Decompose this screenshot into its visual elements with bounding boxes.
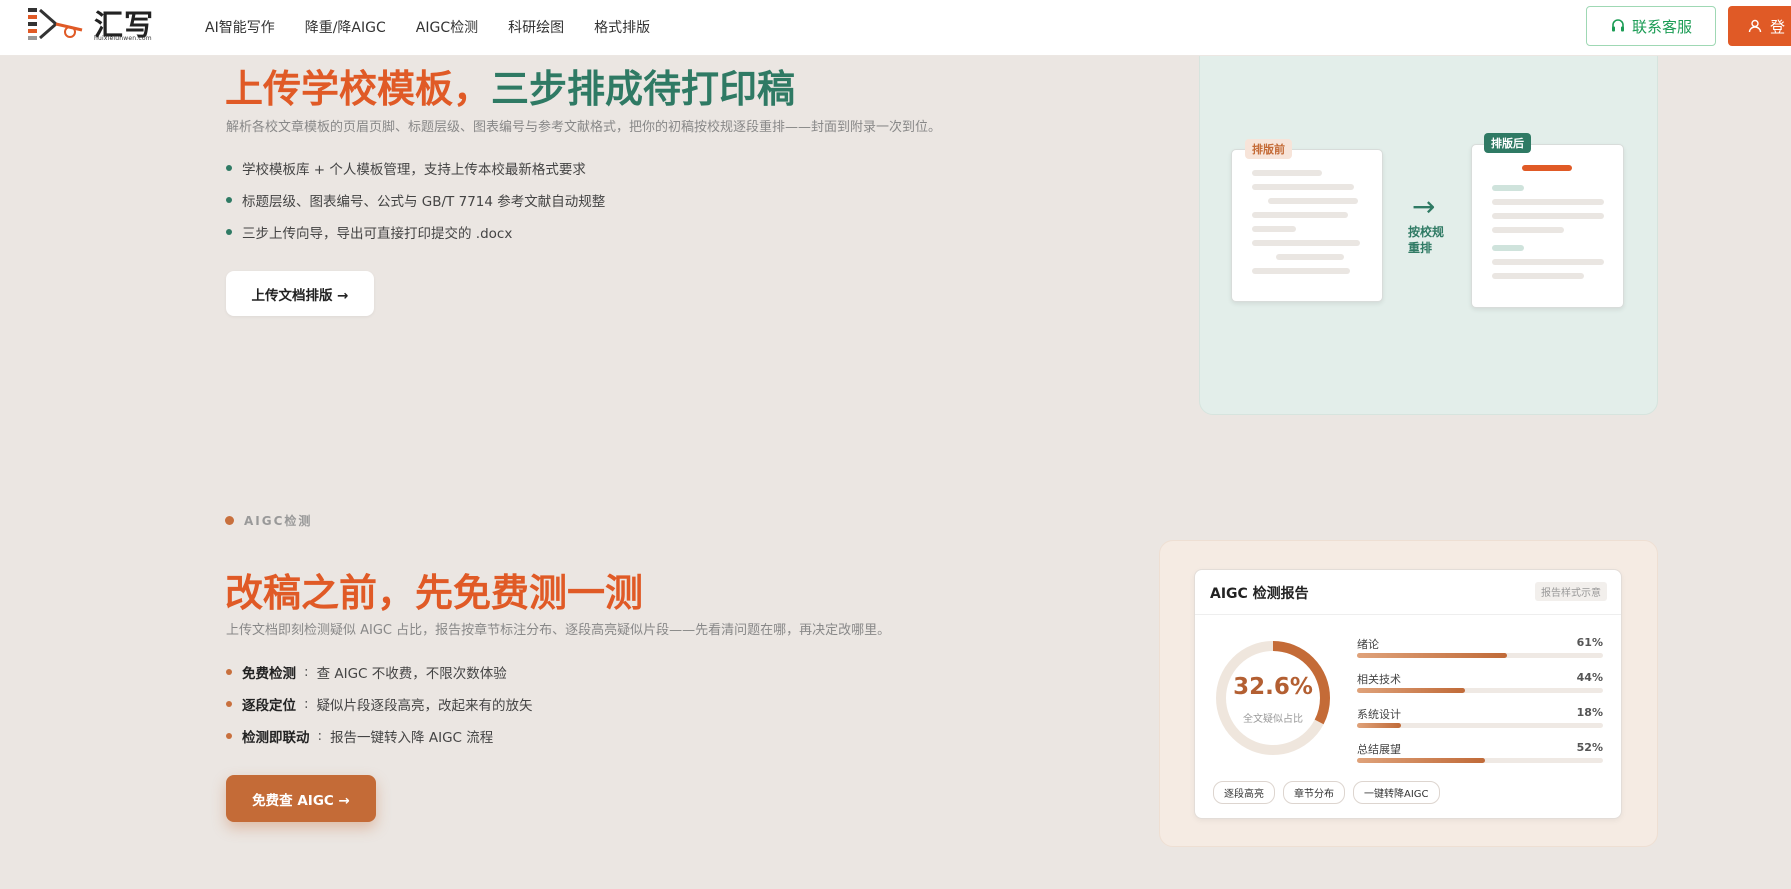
main-nav: AI智能写作 降重/降AIGC AIGC检测 科研绘图 格式排版 [205, 17, 650, 37]
after-document [1471, 144, 1624, 308]
eyebrow-dot [225, 516, 234, 525]
report-header: AIGC 检测报告 报告样式示意 [1195, 570, 1621, 615]
aigc-eyebrow-label: AIGC检测 [244, 514, 313, 528]
aigc-section-subtitle: 上传文档即刻检测疑似 AIGC 占比，报告按章节标注分布、逐段高亮疑似片段——先… [226, 623, 891, 638]
report-sample-badge: 报告样式示意 [1535, 582, 1607, 601]
after-tag: 排版后 [1484, 133, 1531, 153]
format-section-title: 上传学校模板，三步排成待打印稿 [225, 58, 795, 113]
nav-format-typeset[interactable]: 格式排版 [594, 17, 650, 37]
arrow-right-icon: → [1412, 190, 1436, 223]
format-title-part1: 上传学校模板， [225, 67, 492, 111]
ring-caption: 全文疑似占比 [1243, 714, 1303, 725]
upload-format-button[interactable]: 上传文档排版 → [226, 271, 374, 316]
chapter-bar-row: 系统设计 18% [1357, 706, 1603, 741]
bullet-dot [226, 733, 232, 739]
logo-icon [28, 8, 83, 40]
aigc-section-title: 改稿之前，先免费测一测 [225, 571, 644, 615]
aigc-feature-list: 免费检测: 查 AIGC 不收费，不限次数体验 逐段定位: 疑似片段逐段高亮，改起来… [226, 656, 533, 752]
nav-ai-writing[interactable]: AI智能写作 [205, 17, 275, 37]
aigc-eyebrow: AIGC检测 [225, 512, 312, 529]
nav-reduce-aigc[interactable]: 降重/降AIGC [305, 17, 386, 37]
list-item: 三步上传向导，导出可直接打印提交的 .docx [226, 216, 605, 248]
chapter-bar-row: 总结展望 52% [1357, 741, 1603, 776]
chip-highlight[interactable]: 逐段高亮 [1213, 781, 1275, 804]
top-navbar: 汇写 huixielunwen.com AI智能写作 降重/降AIGC AIGC… [0, 0, 1791, 56]
aigc-ratio-ring: 32.6% 全文疑似占比 [1213, 638, 1333, 758]
chapter-bar-row: 绪论 61% [1357, 636, 1603, 671]
chip-reduce-aigc[interactable]: 一键转降AIGC [1353, 781, 1440, 804]
bar-fill [1357, 653, 1508, 658]
bar-fill [1357, 723, 1402, 728]
rearrange-label: 按校规重排 [1408, 225, 1445, 255]
report-action-chips: 逐段高亮 章节分布 一键转降AIGC [1213, 781, 1440, 804]
bullet-dot [226, 701, 232, 707]
aigc-report-card: AIGC 检测报告 报告样式示意 32.6% 全文疑似占比 绪论 61% 相关技… [1194, 569, 1622, 819]
chapter-distribution: 绪论 61% 相关技术 44% 系统设计 18% 总结展望 52% [1357, 636, 1603, 776]
user-icon [1748, 19, 1762, 33]
before-document [1231, 149, 1383, 302]
logo[interactable]: 汇写 huixielunwen.com [26, 2, 156, 46]
bullet-dot [226, 229, 232, 235]
list-item: 免费检测: 查 AIGC 不收费，不限次数体验 [226, 656, 533, 688]
chip-chapter-distribution[interactable]: 章节分布 [1283, 781, 1345, 804]
contact-service-button[interactable]: 联系客服 [1586, 6, 1716, 46]
nav-research-drawing[interactable]: 科研绘图 [508, 17, 564, 37]
list-item: 检测即联动: 报告一键转入降 AIGC 流程 [226, 720, 533, 752]
format-title-part2: 三步排成待打印稿 [491, 67, 796, 111]
bar-fill [1357, 758, 1485, 763]
login-button[interactable]: 登 [1728, 6, 1791, 46]
bullet-dot [226, 165, 232, 171]
list-item: 学校模板库 + 个人模板管理，支持上传本校最新格式要求 [226, 152, 605, 184]
bullet-dot [226, 197, 232, 203]
bar-fill [1357, 688, 1466, 693]
list-item: 逐段定位: 疑似片段逐段高亮，改起来有的放矢 [226, 688, 533, 720]
list-item: 标题层级、图表编号、公式与 GB/T 7714 参考文献自动规整 [226, 184, 605, 216]
format-section-subtitle: 解析各校文章模板的页眉页脚、标题层级、图表编号与参考文献格式，把你的初稿按校规逐… [226, 120, 942, 135]
format-feature-list: 学校模板库 + 个人模板管理，支持上传本校最新格式要求 标题层级、图表编号、公式… [226, 152, 605, 248]
contact-service-label: 联系客服 [1631, 17, 1692, 36]
logo-domain: huixielunwen.com [94, 35, 152, 42]
report-title: AIGC 检测报告 [1210, 586, 1309, 602]
headset-icon [1611, 19, 1624, 32]
free-aigc-check-button[interactable]: 免费查 AIGC → [226, 775, 376, 822]
login-label: 登 [1770, 17, 1786, 36]
nav-aigc-detect[interactable]: AIGC检测 [416, 17, 478, 37]
before-tag: 排版前 [1245, 139, 1292, 159]
bullet-dot [226, 669, 232, 675]
ring-value: 32.6% [1233, 674, 1313, 700]
chapter-bar-row: 相关技术 44% [1357, 671, 1603, 706]
